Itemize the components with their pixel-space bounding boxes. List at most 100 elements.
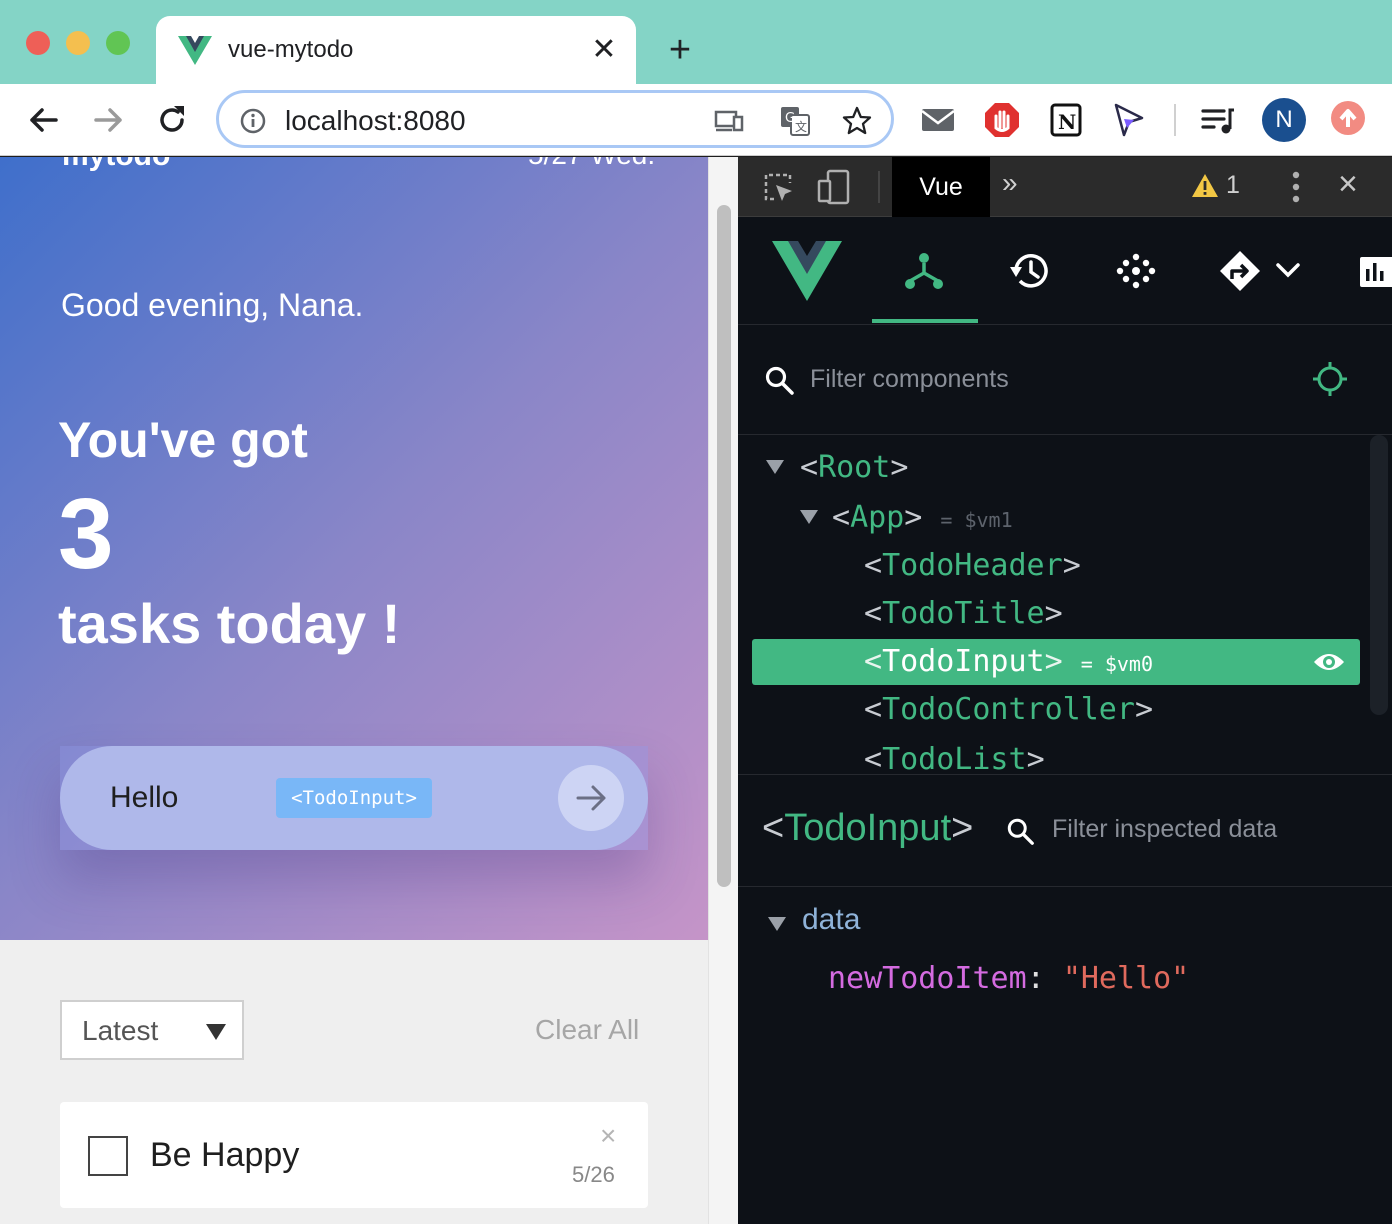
data-property-row[interactable]: newTodoItem: "Hello" [828,961,1189,996]
browser-window: vue-mytodo ✕ + localhost:8080 G 文 N N Go… [0,0,1392,1224]
svg-text:文: 文 [795,119,807,134]
greeting-text: Good evening, Nana. [61,287,364,323]
vue-logo-icon [772,241,842,301]
add-todo-button[interactable] [558,765,624,831]
back-icon[interactable] [22,98,66,142]
todo-text: Be Happy [150,1136,300,1174]
close-icon[interactable]: × [600,1120,616,1152]
tree-item-vm: = $vm1 [940,508,1013,532]
vue-favicon-icon [178,36,212,65]
mail-extension-icon[interactable] [920,102,956,138]
chevron-down-icon[interactable] [1274,249,1302,293]
address-bar[interactable]: localhost:8080 G 文 [216,90,894,148]
tree-item-label: TodoController [882,692,1135,727]
data-section-label: data [802,903,861,936]
vuex-dots-icon[interactable] [1114,249,1158,293]
eye-icon[interactable] [1312,649,1346,675]
sort-select[interactable]: Latest [60,1000,244,1060]
more-tabs-icon[interactable]: » [1002,167,1018,199]
media-queue-icon[interactable] [1200,102,1236,138]
todo-app-page: mytodo 5/27 Wed. Good evening, Nana. You… [0,157,708,1224]
devtools-menu-icon[interactable] [1286,169,1306,205]
zoom-window-button[interactable] [106,31,130,55]
inspect-element-icon[interactable] [760,169,796,205]
tree-item-todotitle[interactable]: <TodoTitle> [752,591,1360,637]
tab-close-icon[interactable]: ✕ [590,30,618,70]
collapse-triangle-icon[interactable] [800,510,818,524]
site-info-icon[interactable] [239,107,267,135]
collapse-triangle-icon[interactable] [766,460,784,474]
notion-extension-icon[interactable]: N [1048,102,1084,138]
devtools-divider [878,171,880,203]
todo-input-value[interactable]: Hello [110,781,178,815]
device-toggle-icon[interactable] [816,169,852,205]
task-count: 3 [58,478,114,590]
warning-count: 1 [1226,171,1240,199]
data-key: newTodoItem [828,961,1027,996]
filter-inspected-data-input[interactable]: Filter inspected data [1052,815,1277,844]
svg-text:G: G [785,111,795,126]
search-icon [765,366,794,395]
filter-components-input[interactable]: Filter components [810,365,1009,394]
tree-item-todoheader[interactable]: <TodoHeader> [752,543,1360,589]
forward-icon[interactable] [86,98,130,142]
browser-toolbar: localhost:8080 G 文 N N [0,84,1392,156]
tree-item-todoinput[interactable]: <TodoInput> = $vm0 [752,639,1360,685]
pointer-extension-icon[interactable] [1110,102,1146,138]
headline-bottom: tasks today ! [58,592,401,655]
translate-icon[interactable]: G 文 [779,105,811,137]
hero-section: mytodo 5/27 Wed. Good evening, Nana. You… [0,157,708,940]
component-tag-label: <TodoInput> [276,778,432,818]
component-filter-bar: Filter components [738,325,1392,435]
tree-item-label: TodoTitle [882,596,1045,631]
profile-avatar[interactable]: N [1262,98,1306,142]
data-value: "Hello" [1062,961,1190,996]
tree-item-vm: = $vm0 [1080,652,1153,676]
app-logo-text: mytodo [62,157,170,173]
tree-item-label: Root [818,450,891,485]
new-tab-button[interactable]: + [660,30,700,70]
collapse-triangle-icon[interactable] [768,917,786,931]
component-tree: <Root> <App> = $vm1 <TodoHeader> <TodoTi… [738,435,1392,775]
reload-icon[interactable] [150,98,194,142]
arrow-right-icon [576,785,606,811]
update-arrow-icon[interactable] [1330,100,1366,136]
performance-chart-icon[interactable] [1358,249,1392,293]
warning-icon[interactable] [1190,171,1220,201]
toolbar-separator [1174,104,1176,136]
tree-item-label: TodoHeader [882,548,1063,583]
components-tree-icon[interactable] [902,249,946,293]
timeline-history-icon[interactable] [1008,249,1052,293]
nav-active-indicator [872,319,978,323]
bookmark-star-icon[interactable] [841,105,873,137]
tree-item-todolist[interactable]: <TodoList> [752,737,1360,775]
tab-title: vue-mytodo [228,36,354,63]
devtools-tabbar: Vue » 1 × [738,157,1392,217]
minimize-window-button[interactable] [66,31,90,55]
headline-top: You've got [58,412,308,468]
cast-device-icon[interactable] [713,105,745,137]
inspector-header: <TodoInput> Filter inspected data [738,775,1392,887]
tree-scrollbar[interactable] [1370,435,1388,715]
adblock-extension-icon[interactable] [984,102,1020,138]
clear-all-button[interactable]: Clear All [535,1014,639,1046]
router-icon[interactable] [1218,249,1262,293]
inspected-component-title: <TodoInput> [762,807,974,849]
close-window-button[interactable] [26,31,50,55]
page-scrollbar[interactable] [708,157,738,1224]
select-component-target-icon[interactable] [1312,361,1348,397]
tree-item-root[interactable]: <Root> [752,445,1360,491]
search-icon [1007,818,1034,845]
tree-item-label: TodoInput [882,644,1045,679]
page-scrollbar-thumb[interactable] [717,205,731,887]
todo-checkbox[interactable] [88,1136,128,1176]
sort-select-value: Latest [82,1015,159,1046]
browser-tab[interactable]: vue-mytodo ✕ [156,16,636,84]
tree-item-app[interactable]: <App> = $vm1 [752,495,1360,541]
chevron-down-icon [206,1024,226,1040]
todo-item: Be Happy × 5/26 [60,1102,648,1208]
tree-item-label: TodoList [882,742,1027,775]
devtools-close-icon[interactable]: × [1338,165,1358,204]
tab-vue[interactable]: Vue [892,157,990,217]
tree-item-todocontroller[interactable]: <TodoController> [752,687,1360,733]
